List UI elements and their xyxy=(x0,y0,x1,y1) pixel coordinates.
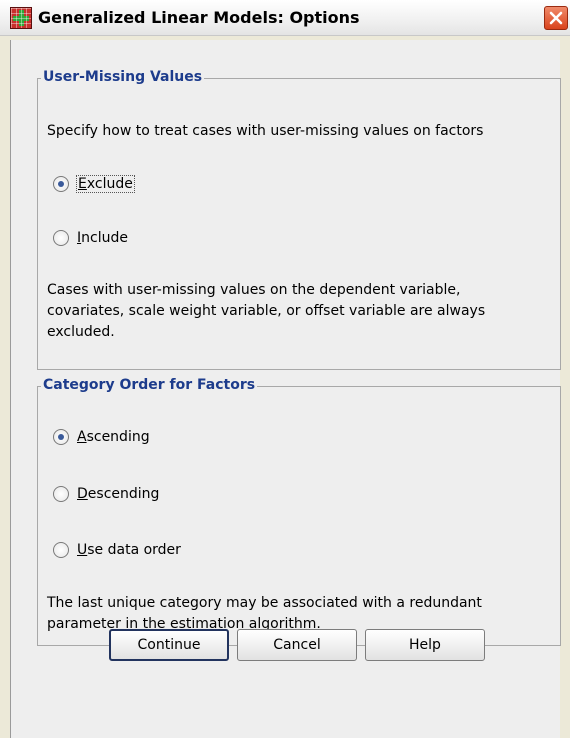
radio-ascending-label[interactable]: Ascending xyxy=(76,429,151,445)
continue-button[interactable]: Continue xyxy=(109,629,229,661)
app-icon xyxy=(10,7,32,29)
category-order-group-title: Category Order for Factors xyxy=(41,377,258,393)
user-missing-note: Cases with user-missing values on the de… xyxy=(47,282,486,340)
cancel-button[interactable]: Cancel xyxy=(237,629,357,661)
radio-descending-label[interactable]: Descending xyxy=(76,486,160,502)
help-button[interactable]: Help xyxy=(365,629,485,661)
radio-ascending[interactable]: Ascending xyxy=(53,429,151,445)
radio-exclude[interactable]: Exclude xyxy=(53,175,135,193)
radio-exclude-label[interactable]: Exclude xyxy=(76,175,135,193)
radio-include[interactable]: Include xyxy=(53,230,129,246)
options-dialog: Generalized Linear Models: Options User-… xyxy=(0,0,570,738)
radio-descending-circle[interactable] xyxy=(53,486,69,502)
dialog-body: User-Missing Values Specify how to treat… xyxy=(10,40,561,738)
window-title: Generalized Linear Models: Options xyxy=(38,8,360,27)
radio-use-data-order[interactable]: Use data order xyxy=(53,542,182,558)
user-missing-group-title: User-Missing Values xyxy=(41,69,205,85)
radio-ascending-circle[interactable] xyxy=(53,429,69,445)
radio-include-circle[interactable] xyxy=(53,230,69,246)
radio-descending[interactable]: Descending xyxy=(53,486,160,502)
radio-include-label[interactable]: Include xyxy=(76,230,129,246)
radio-use-data-order-circle[interactable] xyxy=(53,542,69,558)
user-missing-instruction: Specify how to treat cases with user-mis… xyxy=(47,123,484,139)
radio-use-data-order-label[interactable]: Use data order xyxy=(76,542,182,558)
radio-exclude-circle[interactable] xyxy=(53,176,69,192)
close-icon xyxy=(549,11,563,25)
close-button[interactable] xyxy=(544,6,568,30)
title-bar[interactable]: Generalized Linear Models: Options xyxy=(0,0,570,36)
